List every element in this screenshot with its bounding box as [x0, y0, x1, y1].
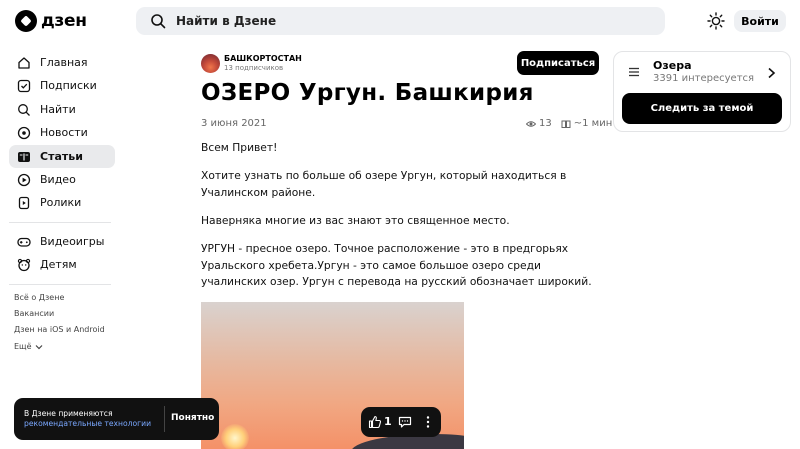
book-icon [561, 120, 571, 128]
subscriptions-icon [17, 79, 31, 92]
article-paragraph: Хотите узнать по больше об озере Ургун, … [201, 169, 567, 199]
video-icon [17, 173, 31, 186]
cookie-divider [164, 406, 165, 432]
chevron-down-icon [35, 344, 42, 349]
eye-icon [526, 120, 536, 127]
search-icon [18, 103, 30, 116]
cookie-text: В Дзене применяются рекомендательные тех… [24, 409, 151, 429]
sidebar-item-news[interactable]: Новости [9, 121, 115, 144]
sidebar-item-label: Видеоигры [40, 235, 105, 248]
clips-icon [18, 196, 30, 209]
kids-icon [17, 258, 31, 271]
photo-sun [221, 424, 249, 449]
search-icon [151, 14, 166, 29]
footer-link-jobs[interactable]: Вакансии [14, 309, 54, 318]
cookie-notice: В Дзене применяются рекомендательные тех… [14, 398, 219, 440]
channel-name[interactable]: БАШКОРТОСТАН [224, 54, 302, 63]
sidebar-item-label: Детям [40, 258, 77, 271]
comment-icon[interactable] [398, 415, 412, 429]
search-placeholder: Найти в Дзене [176, 14, 277, 28]
login-button[interactable]: Войти [734, 10, 786, 32]
sidebar-item-articles[interactable]: Статьи [9, 145, 115, 168]
sidebar-divider [9, 222, 111, 223]
article-meta: 13 ~1 мин [526, 118, 612, 129]
sidebar-item-label: Статьи [40, 150, 83, 163]
search-input[interactable]: Найти в Дзене [136, 7, 665, 35]
more-icon[interactable] [425, 415, 431, 429]
articles-icon [18, 151, 30, 162]
cookie-ok-button[interactable]: Понятно [171, 413, 214, 423]
read-time: ~1 мин [573, 118, 613, 129]
article-actions-bar: 1 [361, 407, 441, 437]
sidebar-item-video[interactable]: Видео [9, 168, 115, 191]
cookie-link[interactable]: рекомендательные технологии [24, 419, 151, 429]
sidebar-item-videogames[interactable]: Видеоигры [9, 230, 115, 253]
footer-link-about[interactable]: Всё о Дзене [14, 293, 64, 302]
sidebar-item-kids[interactable]: Детям [9, 253, 115, 276]
logo-text: дзен [41, 11, 87, 31]
article-paragraph: Всем Привет! [201, 141, 278, 154]
sidebar-divider [9, 284, 111, 285]
sidebar-item-subscriptions[interactable]: Подписки [9, 74, 115, 97]
sidebar-item-search[interactable]: Найти [9, 98, 115, 121]
like-count: 1 [384, 415, 392, 428]
article-date: 3 июня 2021 [201, 118, 267, 129]
topic-name[interactable]: Озера [653, 59, 692, 72]
cookie-message: В Дзене применяются [24, 409, 113, 418]
footer-more-button[interactable]: Ещё [14, 342, 43, 351]
news-icon [17, 126, 31, 139]
follow-topic-button[interactable]: Следить за темой [622, 93, 782, 124]
subscribe-button[interactable]: Подписаться [517, 51, 599, 75]
home-icon [18, 56, 30, 69]
sidebar-item-label: Ролики [40, 196, 82, 209]
like-icon[interactable] [368, 415, 382, 429]
article-paragraph: Наверняка многие из вас знают это священ… [201, 214, 510, 227]
article-paragraph: УРГУН - пресное озеро. Точное расположен… [201, 242, 592, 288]
sidebar-item-label: Подписки [40, 79, 97, 92]
channel-avatar[interactable] [201, 54, 220, 73]
gamepad-icon [17, 237, 31, 247]
sidebar-item-label: Новости [40, 126, 88, 139]
channel-subscribers: 13 подписчиков [224, 64, 284, 72]
sidebar-item-label: Видео [40, 173, 76, 186]
topic-count: 3391 интересуется [653, 73, 755, 84]
dzen-logo[interactable]: дзен [15, 10, 87, 32]
theme-toggle-icon[interactable] [707, 12, 725, 30]
sidebar-item-home[interactable]: Главная [9, 51, 115, 74]
footer-more-label: Ещё [14, 342, 32, 351]
view-count: 13 [539, 118, 552, 129]
menu-icon [629, 67, 639, 77]
chevron-right-icon[interactable] [767, 67, 776, 79]
dzen-logo-icon [15, 10, 37, 32]
article-title: ОЗЕРО Ургун. Башкирия [201, 80, 534, 106]
footer-link-apps[interactable]: Дзен на iOS и Android [14, 325, 105, 334]
sidebar-item-label: Главная [40, 56, 88, 69]
sidebar-item-label: Найти [40, 103, 76, 116]
sidebar-item-clips[interactable]: Ролики [9, 191, 115, 214]
